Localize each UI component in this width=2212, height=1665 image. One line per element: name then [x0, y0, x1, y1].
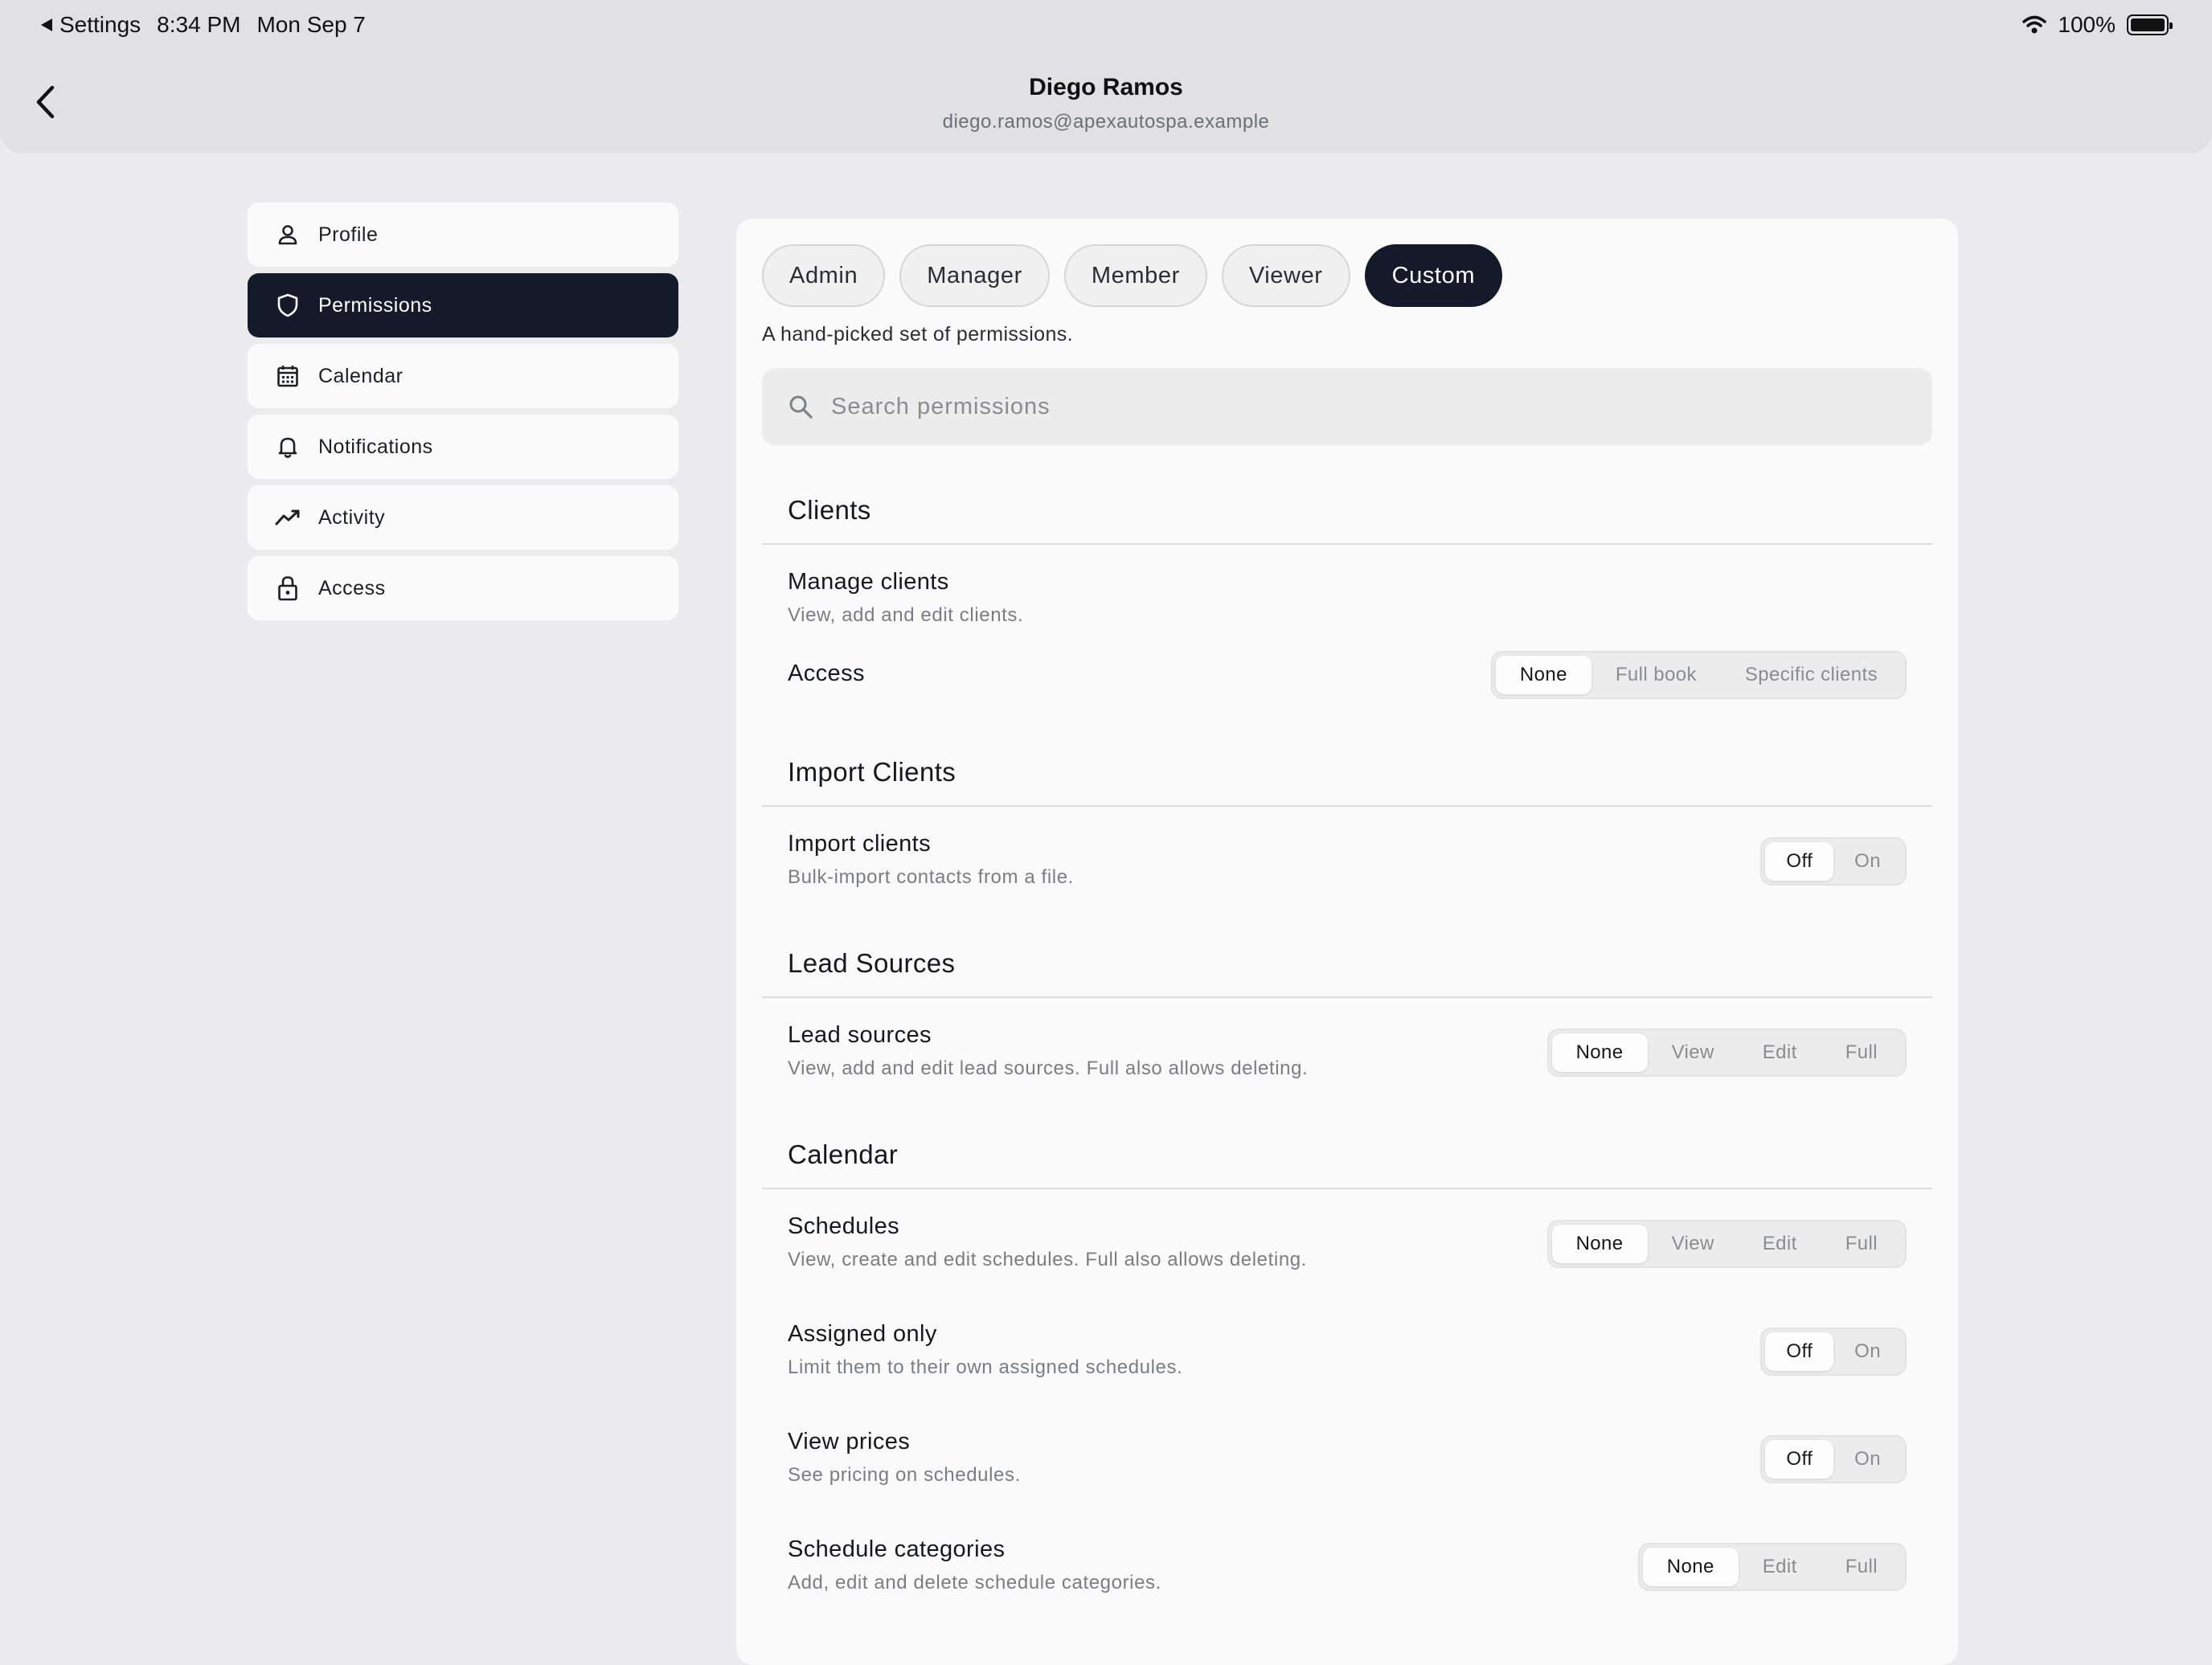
access-option-specific-clients[interactable]: Specific clients — [1721, 656, 1902, 694]
role-member-button[interactable]: Member — [1063, 244, 1207, 307]
option-edit[interactable]: Edit — [1739, 1225, 1821, 1263]
role-selector: Admin Manager Member Viewer Custom — [762, 244, 1503, 307]
sidebar-item-permissions[interactable]: Permissions — [248, 273, 678, 338]
option-full[interactable]: Full — [1821, 1033, 1902, 1072]
role-viewer-button[interactable]: Viewer — [1221, 244, 1350, 307]
toggle-option-on[interactable]: On — [1833, 1440, 1902, 1479]
calendar-icon — [275, 363, 301, 389]
page-title: Diego Ramos — [1029, 74, 1183, 100]
access-label: Access — [788, 661, 865, 686]
bell-icon — [275, 434, 301, 460]
section-import-clients: Import Clients Import clients Bulk-impor… — [762, 739, 1932, 914]
permission-view-prices: View prices See pricing on schedules. Of… — [762, 1405, 1932, 1512]
section-title: Import Clients — [788, 757, 956, 787]
permission-title: Manage clients — [788, 569, 949, 595]
permission-description: View, add and edit lead sources. Full al… — [788, 1058, 1309, 1079]
option-none[interactable]: None — [1551, 1225, 1648, 1263]
sidebar-item-label: Permissions — [318, 293, 432, 317]
search-bar — [762, 368, 1932, 445]
person-icon — [275, 222, 301, 248]
sidebar-item-notifications[interactable]: Notifications — [248, 415, 678, 479]
sidebar-item-label: Activity — [318, 505, 386, 529]
option-edit[interactable]: Edit — [1739, 1033, 1821, 1072]
back-app-label: Settings — [59, 12, 141, 37]
option-full[interactable]: Full — [1821, 1548, 1902, 1586]
shield-icon — [275, 292, 301, 318]
option-none[interactable]: None — [1642, 1548, 1739, 1586]
sidebar-item-label: Profile — [318, 223, 379, 246]
section-clients: Clients Manage clients View, add and edi… — [762, 477, 1932, 728]
option-edit[interactable]: Edit — [1739, 1548, 1821, 1586]
toggle-option-on[interactable]: On — [1833, 1332, 1902, 1371]
schedule-categories-segmented-control: None Edit Full — [1637, 1543, 1907, 1591]
permission-description: View, create and edit schedules. Full al… — [788, 1249, 1307, 1270]
lead-sources-segmented-control: None View Edit Full — [1546, 1029, 1907, 1077]
sidebar-item-label: Calendar — [318, 364, 403, 387]
battery-percent: 100% — [2058, 12, 2116, 37]
section-title: Clients — [788, 495, 871, 525]
option-view[interactable]: View — [1648, 1033, 1739, 1072]
permission-manage-clients: Manage clients View, add and edit client… — [762, 545, 1932, 633]
back-triangle-icon — [41, 18, 52, 31]
permission-schedule-categories: Schedule categories Add, edit and delete… — [762, 1512, 1932, 1620]
sidebar-item-calendar[interactable]: Calendar — [248, 344, 678, 408]
permission-title: Schedule categories — [788, 1536, 1006, 1562]
access-row: Access None Full book Specific clients — [762, 633, 1932, 728]
role-custom-button[interactable]: Custom — [1364, 244, 1503, 307]
page-subtitle-email: diego.ramos@apexautospa.example — [942, 111, 1270, 133]
sidebar-item-access[interactable]: Access — [248, 556, 678, 620]
sidebar-item-label: Access — [318, 576, 386, 599]
section-calendar: Calendar Schedules View, create and edit… — [762, 1122, 1932, 1620]
sidebar: Profile Permissions Calendar Notificatio… — [248, 202, 678, 627]
permission-description: Add, edit and delete schedule categories… — [788, 1572, 1161, 1593]
permission-description: View, add and edit clients. — [788, 604, 1024, 626]
section-title: Lead Sources — [788, 948, 956, 978]
status-time: 8:34 PM — [157, 12, 241, 37]
back-to-app-link[interactable]: Settings — [40, 12, 141, 38]
permissions-panel: Admin Manager Member Viewer Custom A han… — [736, 219, 1958, 1665]
section-title: Calendar — [788, 1139, 899, 1169]
role-manager-button[interactable]: Manager — [899, 244, 1050, 307]
access-segmented-control: None Full book Specific clients — [1490, 651, 1907, 699]
assigned-only-toggle: Off On — [1760, 1328, 1907, 1376]
status-date: Mon Sep 7 — [256, 12, 366, 37]
role-admin-button[interactable]: Admin — [762, 244, 886, 307]
wifi-icon — [2022, 15, 2047, 34]
toggle-option-off[interactable]: Off — [1765, 1440, 1834, 1479]
option-full[interactable]: Full — [1821, 1225, 1902, 1263]
toggle-option-off[interactable]: Off — [1765, 1332, 1834, 1371]
access-option-none[interactable]: None — [1495, 656, 1591, 694]
lock-icon — [275, 575, 301, 601]
section-lead-sources: Lead Sources Lead sources View, add and … — [762, 931, 1932, 1106]
activity-icon — [275, 505, 301, 530]
search-icon — [789, 395, 813, 419]
sidebar-item-label: Notifications — [318, 435, 433, 458]
sidebar-item-profile[interactable]: Profile — [248, 202, 678, 267]
permission-title: Schedules — [788, 1213, 900, 1239]
status-bar: Settings 8:34 PM Mon Sep 7 100% — [0, 0, 2212, 50]
permission-assigned-only: Assigned only Limit them to their own as… — [762, 1297, 1932, 1405]
permission-import-clients: Import clients Bulk-import contacts from… — [762, 807, 1932, 914]
permission-title: Assigned only — [788, 1321, 937, 1347]
permission-description: Limit them to their own assigned schedul… — [788, 1356, 1183, 1378]
sidebar-item-activity[interactable]: Activity — [248, 485, 678, 550]
permission-description: Bulk-import contacts from a file. — [788, 866, 1074, 888]
schedules-segmented-control: None View Edit Full — [1546, 1220, 1907, 1268]
role-description: A hand-picked set of permissions. — [762, 323, 1074, 346]
permission-schedules: Schedules View, create and edit schedule… — [762, 1189, 1932, 1297]
import-toggle: Off On — [1760, 837, 1907, 886]
toggle-option-off[interactable]: Off — [1765, 842, 1834, 881]
search-input[interactable] — [831, 393, 1876, 420]
permission-title: View prices — [788, 1429, 911, 1454]
toggle-option-on[interactable]: On — [1833, 842, 1902, 881]
permission-lead-sources: Lead sources View, add and edit lead sou… — [762, 998, 1932, 1106]
battery-icon — [2127, 14, 2173, 35]
permission-title: Lead sources — [788, 1022, 932, 1048]
permission-title: Import clients — [788, 831, 932, 857]
option-none[interactable]: None — [1551, 1033, 1648, 1072]
access-option-full-book[interactable]: Full book — [1591, 656, 1721, 694]
view-prices-toggle: Off On — [1760, 1435, 1907, 1483]
permission-description: See pricing on schedules. — [788, 1464, 1021, 1486]
option-view[interactable]: View — [1648, 1225, 1739, 1263]
